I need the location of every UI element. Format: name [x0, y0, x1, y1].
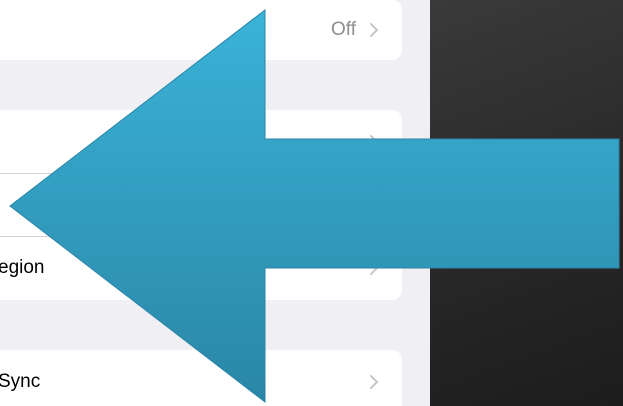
settings-group-1: Off: [0, 0, 402, 60]
chevron-right-icon: [370, 375, 378, 389]
dark-side-panel: [430, 0, 623, 406]
settings-row-5[interactable]: Sync: [0, 350, 402, 406]
chevron-right-icon: [370, 134, 378, 149]
settings-row-1[interactable]: Off: [0, 0, 402, 60]
row-label: egion: [0, 257, 45, 278]
settings-group-3: Sync: [0, 350, 402, 406]
settings-group-2: egion: [0, 110, 402, 300]
chevron-right-icon: [370, 261, 378, 275]
settings-row-3[interactable]: [0, 173, 402, 236]
row-label: Sync: [0, 371, 41, 392]
settings-list: Off egion Sync: [0, 0, 430, 406]
row-value: Off: [331, 19, 356, 40]
settings-row-2[interactable]: [0, 110, 402, 173]
chevron-right-icon: [370, 23, 378, 37]
settings-row-4[interactable]: egion: [0, 236, 402, 300]
